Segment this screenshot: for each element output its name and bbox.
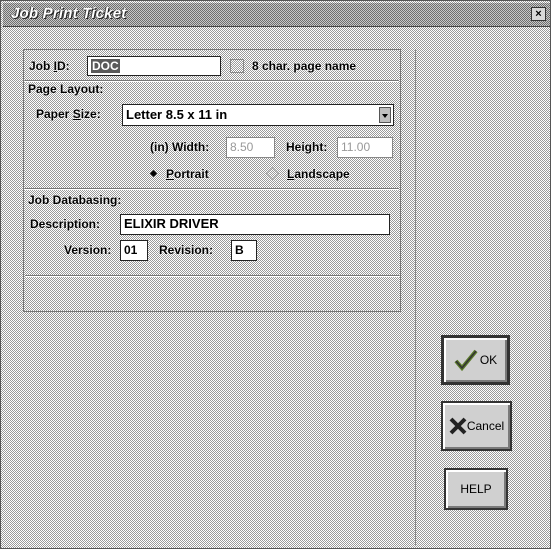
close-button[interactable]: × <box>531 7 546 21</box>
description-input[interactable]: ELIXIR DRIVER <box>120 214 390 235</box>
chevron-down-icon[interactable] <box>379 107 391 123</box>
portrait-label: Portrait <box>166 167 209 181</box>
job-id-label: Job ID: <box>29 59 70 73</box>
ok-label: OK <box>479 353 498 367</box>
help-label: HELP <box>460 482 492 496</box>
width-label: (in) Width: <box>150 140 210 154</box>
window-title: Job Print Ticket <box>11 5 127 22</box>
description-label: Description: <box>30 217 101 231</box>
job-print-ticket-window: Job Print Ticket × Job ID: DOC 8 char. p… <box>0 0 551 549</box>
job-databasing-section-label: Job Databasing: <box>28 193 122 207</box>
height-label: Height: <box>286 140 328 154</box>
landscape-radio[interactable] <box>265 166 280 181</box>
job-id-input[interactable]: DOC <box>87 56 221 76</box>
ok-button[interactable]: OK <box>441 335 510 385</box>
revision-input[interactable]: B <box>231 240 257 261</box>
settings-panel: Job ID: DOC 8 char. page name Page Layou… <box>23 49 401 312</box>
job-id-value: DOC <box>91 59 120 73</box>
version-label: Version: <box>64 243 112 257</box>
divider-2 <box>25 188 399 190</box>
cancel-label: Cancel <box>466 419 505 433</box>
revision-label: Revision: <box>159 243 214 257</box>
landscape-label: Landscape <box>287 167 350 181</box>
cancel-button[interactable]: Cancel <box>441 401 512 451</box>
dialog-body: Job ID: DOC 8 char. page name Page Layou… <box>3 27 550 548</box>
checkmark-icon <box>454 349 478 372</box>
width-input[interactable]: 8.50 <box>226 137 275 158</box>
page-name-label: 8 char. page name <box>252 59 357 73</box>
divider-3 <box>25 275 399 277</box>
height-input[interactable]: 11.00 <box>337 137 393 158</box>
paper-size-value: Letter 8.5 x 11 in <box>126 107 228 122</box>
page-name-checkbox[interactable] <box>230 59 244 73</box>
portrait-radio[interactable] <box>147 167 160 180</box>
paper-size-select[interactable]: Letter 8.5 x 11 in <box>122 104 394 126</box>
page-layout-section-label: Page Layout: <box>28 82 104 96</box>
paper-size-label: Paper Size: <box>36 107 101 121</box>
title-bar[interactable]: Job Print Ticket × <box>3 3 550 27</box>
close-icon: × <box>535 8 542 20</box>
version-input[interactable]: 01 <box>120 240 148 261</box>
x-mark-icon <box>449 417 467 435</box>
help-button[interactable]: HELP <box>444 468 508 510</box>
